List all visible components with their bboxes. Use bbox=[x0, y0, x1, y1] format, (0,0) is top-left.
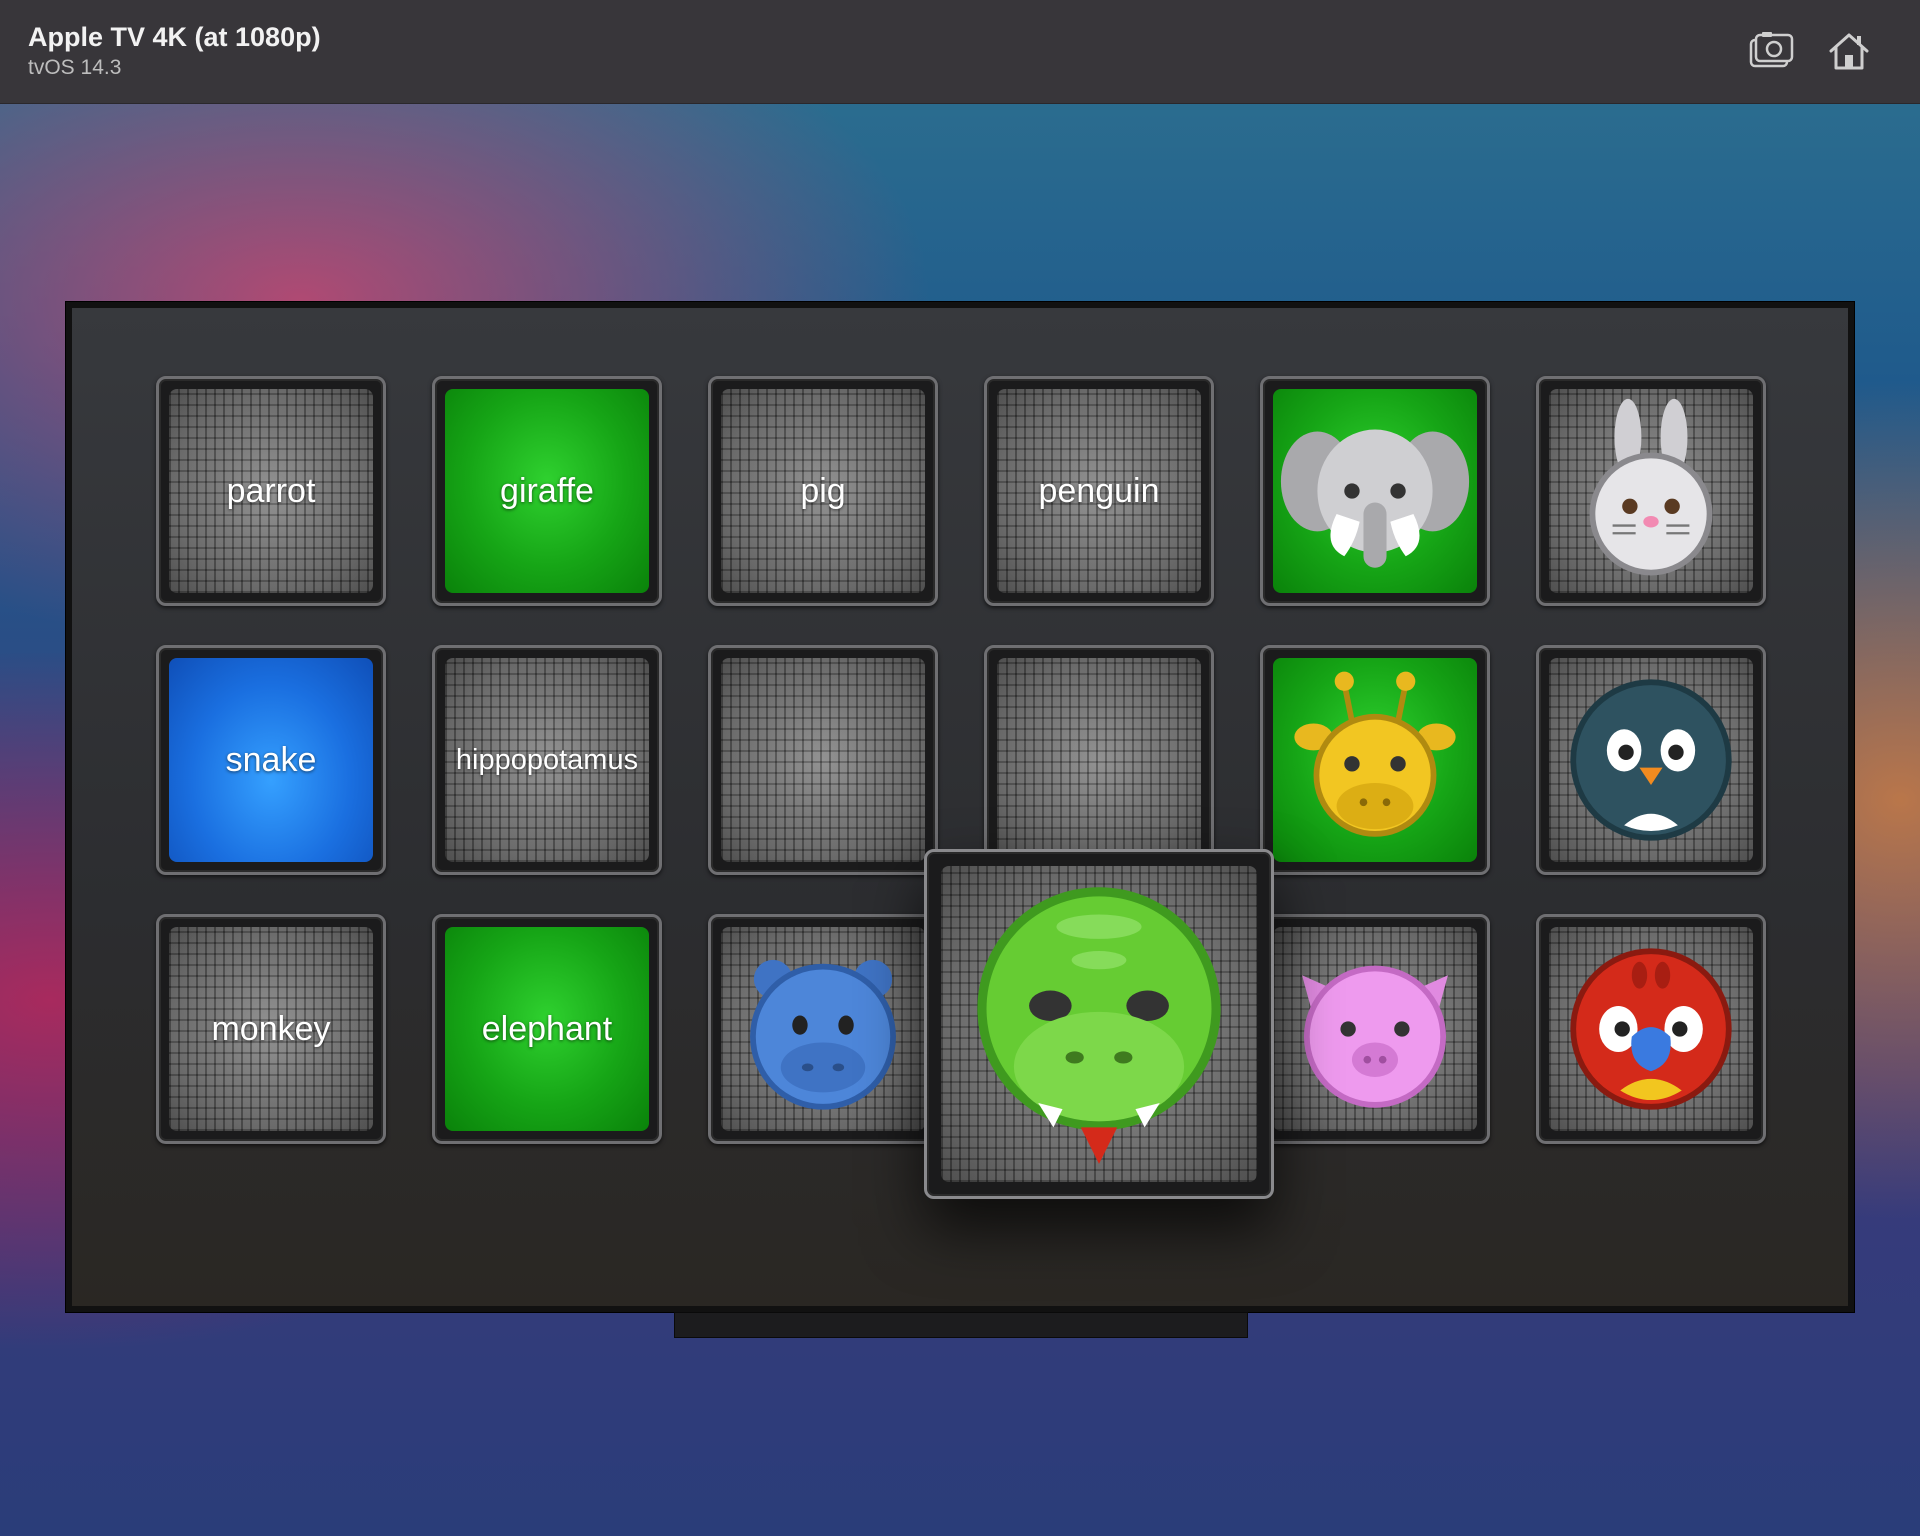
card-tile[interactable]: snake bbox=[156, 645, 386, 875]
card-face bbox=[721, 658, 925, 862]
card-face bbox=[1273, 658, 1477, 862]
tv-frame: parrot giraffe pig penguin snake hippopotamu… bbox=[66, 302, 1854, 1312]
card-tile[interactable] bbox=[1536, 645, 1766, 875]
card-tile[interactable]: giraffe bbox=[432, 376, 662, 606]
card-tile[interactable] bbox=[1536, 914, 1766, 1144]
card-word-label: hippopotamus bbox=[455, 743, 639, 776]
home-button[interactable] bbox=[1826, 30, 1872, 72]
card-face bbox=[1549, 927, 1753, 1131]
elephant-icon bbox=[1280, 429, 1470, 568]
card-face: elephant bbox=[445, 927, 649, 1131]
card-face: monkey bbox=[169, 927, 373, 1131]
device-title: Apple TV 4K (at 1080p) bbox=[28, 22, 321, 52]
card-tile-focused[interactable] bbox=[924, 849, 1274, 1199]
card-word-label: parrot bbox=[226, 471, 316, 510]
card-face bbox=[721, 927, 925, 1131]
card-tile[interactable] bbox=[708, 645, 938, 875]
card-tile[interactable] bbox=[1536, 376, 1766, 606]
card-word-label: penguin bbox=[1038, 471, 1160, 510]
card-face: parrot bbox=[169, 389, 373, 593]
card-face: pig bbox=[721, 389, 925, 593]
card-tile[interactable]: penguin bbox=[984, 376, 1214, 606]
card-tile[interactable]: elephant bbox=[432, 914, 662, 1144]
simulator-title-bar: Apple TV 4K (at 1080p) tvOS 14.3 bbox=[0, 0, 1920, 104]
card-face: penguin bbox=[997, 389, 1201, 593]
card-tile[interactable]: hippopotamus bbox=[432, 645, 662, 875]
card-face: snake bbox=[169, 658, 373, 862]
parrot-icon bbox=[1570, 948, 1732, 1110]
snake-icon bbox=[977, 887, 1221, 1164]
card-face: hippopotamus bbox=[445, 658, 649, 862]
camera-icon bbox=[1749, 32, 1794, 68]
card-tile[interactable] bbox=[1260, 914, 1490, 1144]
card-tile[interactable] bbox=[984, 645, 1214, 875]
tv-stand bbox=[674, 1312, 1248, 1338]
card-tile[interactable]: monkey bbox=[156, 914, 386, 1144]
card-word-label: monkey bbox=[211, 1009, 331, 1048]
card-tile[interactable] bbox=[1260, 645, 1490, 875]
card-word-label: snake bbox=[225, 740, 317, 779]
screenshot-button[interactable] bbox=[1748, 30, 1794, 72]
os-version: tvOS 14.3 bbox=[28, 56, 122, 79]
card-face bbox=[1549, 389, 1753, 593]
card-tile[interactable] bbox=[1260, 376, 1490, 606]
card-word-label: pig bbox=[800, 471, 846, 510]
card-tile[interactable]: pig bbox=[708, 376, 938, 606]
rabbit-icon bbox=[1589, 398, 1713, 576]
hippopotamus-icon bbox=[750, 959, 896, 1110]
card-face: giraffe bbox=[445, 389, 649, 593]
card-word-label: elephant bbox=[481, 1009, 613, 1048]
pig-icon bbox=[1302, 965, 1448, 1108]
card-face bbox=[997, 658, 1201, 862]
giraffe-icon bbox=[1294, 671, 1456, 837]
home-icon bbox=[1829, 33, 1869, 70]
card-face bbox=[1273, 927, 1477, 1131]
game-board: parrot giraffe pig penguin snake hippopotamu… bbox=[72, 308, 1848, 1306]
card-face bbox=[941, 866, 1257, 1182]
card-face bbox=[1549, 658, 1753, 862]
card-face bbox=[1273, 389, 1477, 593]
card-tile[interactable]: parrot bbox=[156, 376, 386, 606]
penguin-icon bbox=[1570, 679, 1732, 841]
card-tile[interactable] bbox=[708, 914, 938, 1144]
card-word-label: giraffe bbox=[500, 471, 594, 510]
